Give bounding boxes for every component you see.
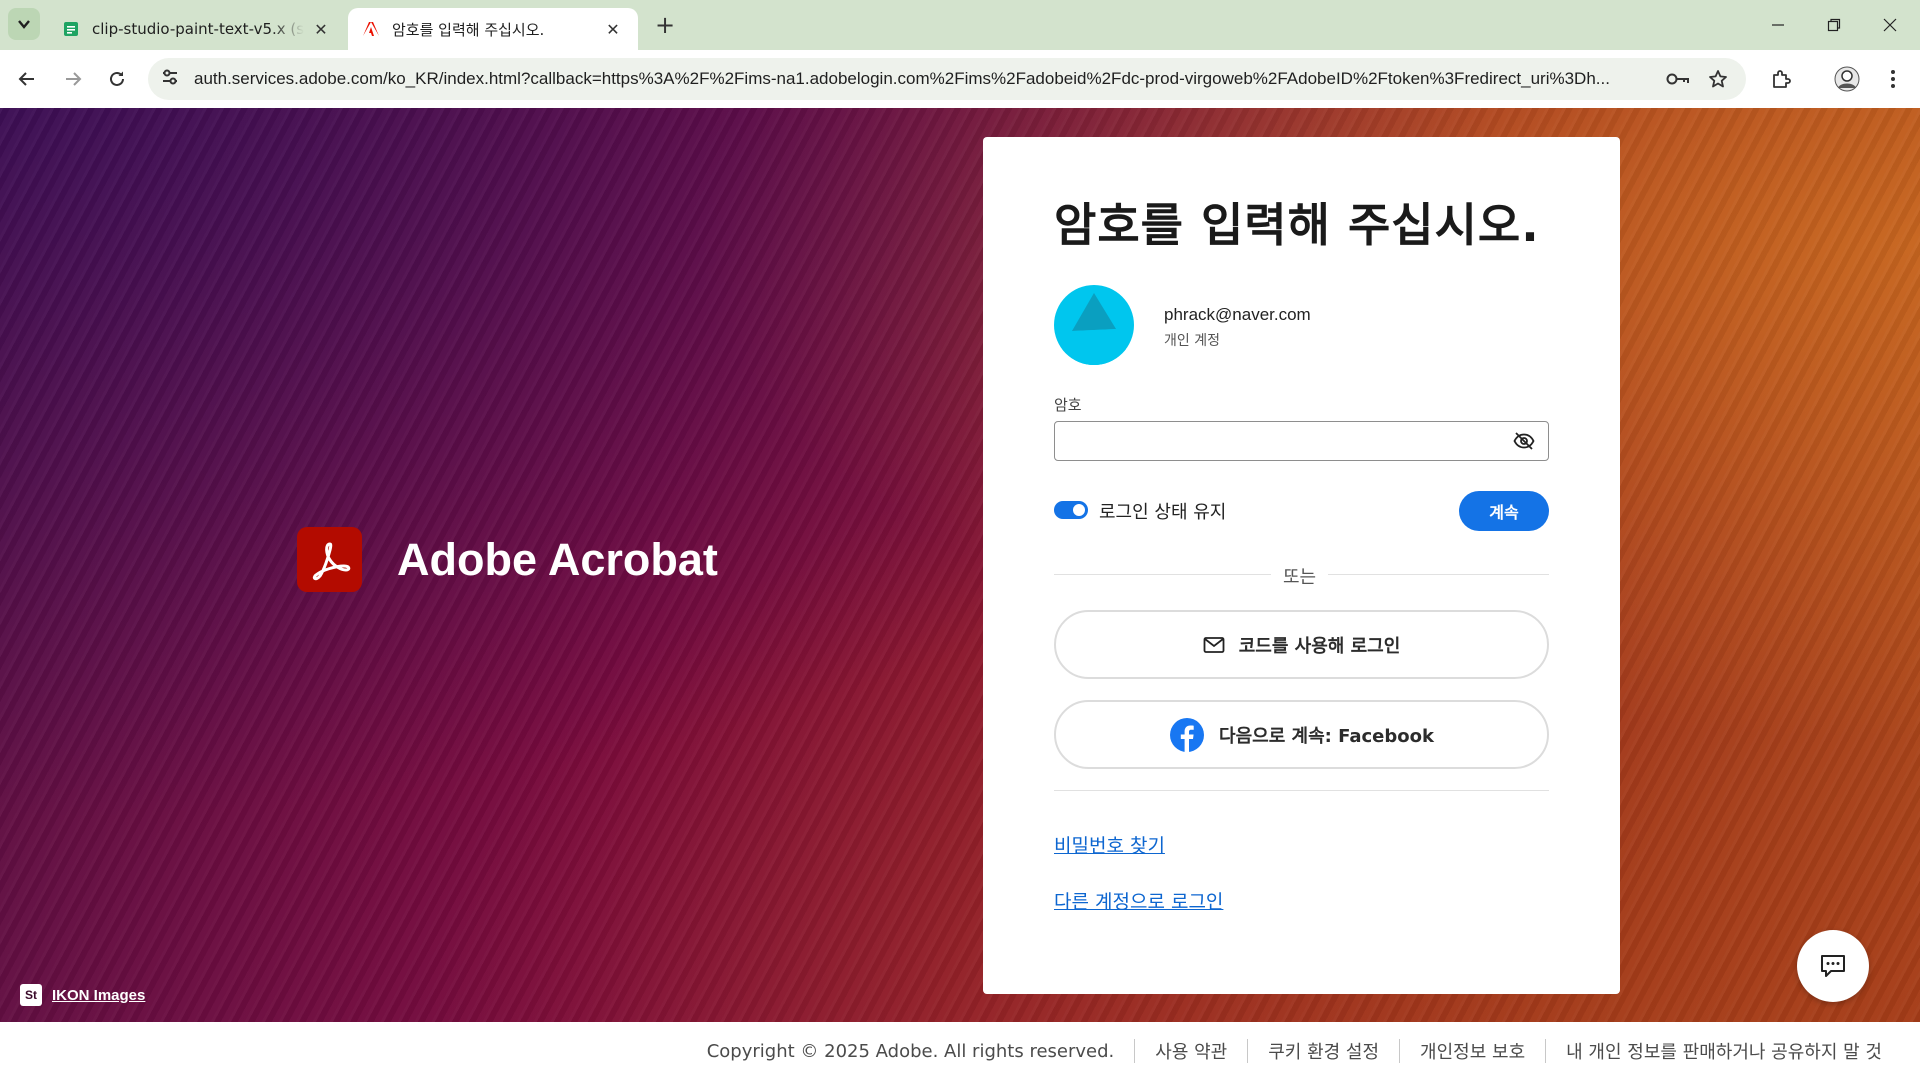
stay-signed-in-toggle[interactable] [1054,501,1088,519]
section-divider [1054,790,1549,791]
address-bar[interactable]: auth.services.adobe.com/ko_KR/index.html… [148,58,1746,100]
close-icon[interactable]: ✕ [310,18,332,40]
login-page-background: Adobe Acrobat St IKON Images [0,108,1920,1022]
do-not-sell-link[interactable]: 내 개인 정보를 판매하거나 공유하지 말 것 [1566,1038,1882,1064]
footer-separator [1134,1039,1136,1063]
facebook-icon [1169,717,1205,753]
drive-file-icon [62,20,80,38]
chat-support-button[interactable] [1797,930,1869,1002]
tab-title: clip-studio-paint-text-v5.x (spr [92,20,304,38]
acrobat-logo-icon [297,527,362,592]
key-icon[interactable] [1662,63,1694,95]
reload-icon [110,71,124,86]
footer: Copyright © 2025 Adobe. All rights reser… [0,1022,1920,1080]
show-password-button[interactable] [1509,428,1539,454]
footer-separator [1399,1039,1401,1063]
eye-off-icon [1513,432,1535,450]
star-icon[interactable] [1702,63,1734,95]
mail-icon [1203,636,1225,654]
puzzle-icon [1773,70,1791,88]
adobe-logo-icon [362,20,380,38]
code-login-label: 코드를 사용해 로그인 [1238,635,1401,657]
close-window-button[interactable] [1862,0,1918,50]
image-credit[interactable]: St IKON Images [20,984,145,1006]
restore-button[interactable] [1806,0,1862,50]
footer-separator [1545,1039,1547,1063]
copyright: Copyright © 2025 Adobe. All rights reser… [706,1040,1115,1062]
extensions-button[interactable] [1764,62,1798,96]
close-icon [1883,18,1897,32]
image-credit-link[interactable]: IKON Images [52,987,145,1004]
minimize-icon [1772,24,1784,26]
terms-link[interactable]: 사용 약관 [1155,1038,1227,1064]
forward-button[interactable] [56,62,90,96]
adobe-stock-icon: St [20,984,42,1006]
stay-signed-in-label: 로그인 상태 유지 [1099,502,1227,523]
url-text[interactable]: auth.services.adobe.com/ko_KR/index.html… [194,69,1654,89]
code-login-button[interactable]: 코드를 사용해 로그인 [1054,610,1549,679]
footer-separator [1247,1039,1249,1063]
forgot-password-link[interactable]: 비밀번호 찾기 [1054,831,1165,858]
reload-button[interactable] [100,62,134,96]
privacy-link[interactable]: 개인정보 보호 [1420,1038,1525,1064]
password-field[interactable] [1054,421,1549,461]
tab-strip: clip-studio-paint-text-v5.x (spr ✕ 암호를 입… [0,0,1920,50]
kebab-menu-icon [1891,70,1895,88]
tab-clip-studio[interactable]: clip-studio-paint-text-v5.x (spr ✕ [48,8,346,50]
browser-menu-button[interactable] [1876,62,1910,96]
arrow-left-icon [18,72,34,86]
account-type: 개인 계정 [1164,333,1220,349]
page-title: 암호를 입력해 주십시오. [1054,198,1540,252]
avatar [1054,285,1134,365]
other-account-link[interactable]: 다른 계정으로 로그인 [1054,887,1223,914]
profile-button[interactable] [1830,62,1864,96]
product-name: Adobe Acrobat [397,533,718,585]
facebook-login-button[interactable]: 다음으로 계속: Facebook [1054,700,1549,769]
footer-links: Copyright © 2025 Adobe. All rights reser… [707,1038,1882,1064]
tab-title: 암호를 입력해 주십시오. [392,20,545,39]
profile-icon [1834,66,1860,92]
tab-search-button[interactable] [8,8,40,40]
arrow-right-icon [66,72,82,86]
product-branding: Adobe Acrobat [297,527,718,592]
cookie-preferences-link[interactable]: 쿠키 환경 설정 [1268,1038,1379,1064]
chat-bubble-icon [1821,955,1845,977]
password-card: 암호를 입력해 주십시오. phrack@naver.com 개인 계정 암호 … [983,137,1620,994]
password-label: 암호 [1054,396,1082,414]
close-icon[interactable]: ✕ [602,18,624,40]
tune-icon[interactable] [160,67,180,91]
facebook-login-label: 다음으로 계속: Facebook [1219,725,1434,747]
or-label: 또는 [1271,563,1329,589]
chevron-down-icon [18,20,30,29]
minimize-button[interactable] [1750,0,1806,50]
browser-toolbar: auth.services.adobe.com/ko_KR/index.html… [0,50,1920,108]
continue-button[interactable]: 계속 [1459,491,1549,531]
tab-adobe-login[interactable]: 암호를 입력해 주십시오. ✕ [348,8,638,50]
restore-icon [1827,18,1841,32]
back-button[interactable] [10,62,44,96]
account-email: phrack@naver.com [1164,305,1311,324]
new-tab-button[interactable]: + [650,10,680,40]
